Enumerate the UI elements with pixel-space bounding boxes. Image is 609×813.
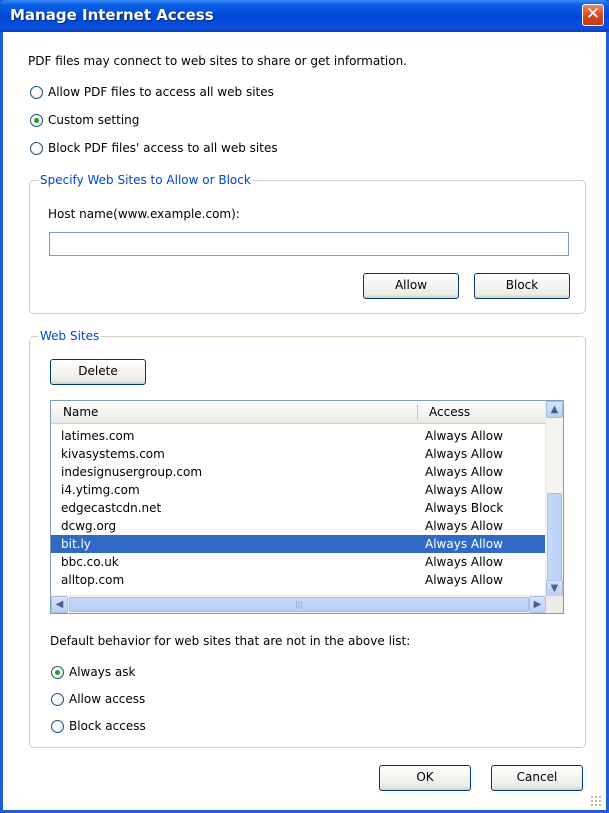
row-access: Always Allow	[425, 555, 503, 569]
block-button[interactable]: Block	[474, 273, 570, 299]
row-site-name: i4.ytimg.com	[61, 483, 140, 497]
row-site-name: bit.ly	[61, 537, 91, 551]
host-name-label: Host name(www.example.com):	[48, 207, 240, 221]
scroll-right-button[interactable]: ▶	[529, 596, 546, 613]
row-site-name: latimes.com	[61, 429, 135, 443]
chevron-down-icon: ▼	[550, 583, 559, 594]
list-row[interactable]: latimes.com Always Allow	[51, 427, 546, 445]
row-access: Always Allow	[425, 447, 503, 461]
chevron-up-icon: ▲	[550, 404, 559, 415]
horizontal-scrollbar[interactable]: ◀ ||| ▶	[51, 595, 546, 613]
radio-allow-all-label: Allow PDF files to access all web sites	[48, 85, 274, 99]
vertical-scrollbar[interactable]: ▲ ▼	[545, 401, 563, 597]
host-name-input[interactable]	[49, 232, 569, 256]
row-access: Always Allow	[425, 573, 503, 587]
row-site-name: kivasystems.com	[61, 447, 165, 461]
list-row[interactable]: edgecastcdn.net Always Block	[51, 499, 546, 517]
dialog-body: PDF files may connect to web sites to sh…	[3, 32, 606, 810]
radio-selected-dot	[55, 670, 60, 675]
row-access: Always Allow	[425, 519, 503, 533]
vertical-scroll-thumb[interactable]	[547, 493, 562, 581]
scroll-up-button[interactable]: ▲	[546, 401, 563, 418]
radio-block-all-label: Block PDF files' access to all web sites	[48, 141, 278, 155]
row-site-name: dcwg.org	[61, 519, 117, 533]
list-row[interactable]: bbc.co.uk Always Allow	[51, 553, 546, 571]
scroll-down-button[interactable]: ▼	[546, 580, 563, 597]
row-site-name: bbc.co.uk	[61, 555, 119, 569]
web-sites-list[interactable]: Name Access latimes.com Always Allow kiv…	[50, 400, 564, 614]
allow-button[interactable]: Allow	[363, 273, 459, 299]
list-row[interactable]: alltop.com Always Allow	[51, 571, 546, 589]
resize-grip-icon[interactable]	[590, 795, 602, 807]
radio-selected-dot	[34, 118, 39, 123]
column-header-name[interactable]: Name	[63, 405, 98, 419]
column-separator[interactable]	[417, 404, 418, 420]
row-site-name: edgecastcdn.net	[61, 501, 162, 515]
radio-allow-all[interactable]	[30, 86, 43, 99]
web-sites-group-title: Web Sites	[38, 329, 102, 343]
scrollbar-corner	[546, 596, 563, 613]
radio-block-access[interactable]	[51, 720, 64, 733]
cancel-button[interactable]: Cancel	[491, 765, 583, 791]
window-title: Manage Internet Access	[10, 6, 214, 24]
close-button[interactable]: ✕	[582, 4, 604, 26]
list-row-selected[interactable]: bit.ly Always Allow	[51, 535, 546, 553]
row-site-name: indesignusergroup.com	[61, 465, 203, 479]
row-access: Always Allow	[425, 429, 503, 443]
default-behavior-label: Default behavior for web sites that are …	[50, 634, 411, 648]
column-header-access[interactable]: Access	[429, 405, 470, 419]
radio-always-ask-label: Always ask	[69, 665, 136, 679]
radio-allow-access[interactable]	[51, 693, 64, 706]
chevron-left-icon: ◀	[55, 599, 64, 610]
intro-text: PDF files may connect to web sites to sh…	[28, 54, 407, 68]
row-access: Always Allow	[425, 465, 503, 479]
chevron-right-icon: ▶	[533, 599, 542, 610]
ok-button[interactable]: OK	[379, 765, 471, 791]
manage-internet-access-window: Manage Internet Access ✕ PDF files may c…	[0, 0, 609, 813]
list-header: Name Access	[51, 401, 546, 424]
radio-custom-setting[interactable]	[30, 114, 43, 127]
list-row[interactable]: dcwg.org Always Allow	[51, 517, 546, 535]
specify-sites-group-title: Specify Web Sites to Allow or Block	[38, 173, 253, 187]
radio-block-all[interactable]	[30, 142, 43, 155]
radio-always-ask[interactable]	[51, 666, 64, 679]
horizontal-scroll-thumb[interactable]: |||	[69, 597, 529, 612]
close-icon: ✕	[585, 4, 601, 24]
row-access: Always Allow	[425, 483, 503, 497]
row-site-name: alltop.com	[61, 573, 125, 587]
radio-allow-access-label: Allow access	[69, 692, 146, 706]
row-access: Always Block	[425, 501, 504, 515]
radio-custom-setting-label: Custom setting	[48, 113, 140, 127]
radio-block-access-label: Block access	[69, 719, 146, 733]
list-row[interactable]: indesignusergroup.com Always Allow	[51, 463, 546, 481]
list-row[interactable]: kivasystems.com Always Allow	[51, 445, 546, 463]
title-bar[interactable]: Manage Internet Access ✕	[0, 0, 609, 32]
list-row[interactable]: i4.ytimg.com Always Allow	[51, 481, 546, 499]
row-access: Always Allow	[425, 537, 503, 551]
scroll-left-button[interactable]: ◀	[51, 596, 68, 613]
delete-button[interactable]: Delete	[50, 359, 146, 385]
